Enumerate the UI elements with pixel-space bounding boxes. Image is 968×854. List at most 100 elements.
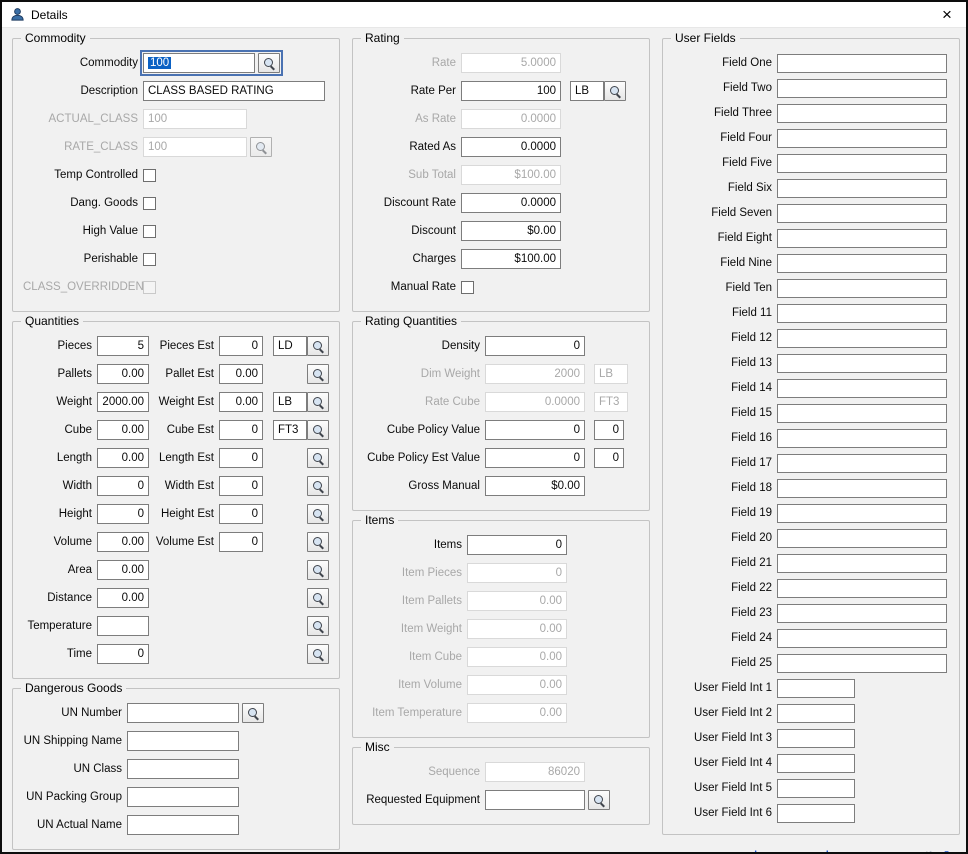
secondary-field[interactable]: 0 [594, 420, 624, 440]
field-eight-field[interactable] [777, 229, 947, 248]
charges-field[interactable]: $100.00 [461, 249, 561, 269]
un-number-lookup-button[interactable] [242, 703, 264, 723]
nav-delete-button[interactable]: − [855, 846, 874, 852]
width-field[interactable]: 0 [97, 476, 149, 496]
field-five-field[interactable] [777, 154, 947, 173]
pieces-est-field[interactable]: 0 [219, 336, 263, 356]
pallets-field[interactable]: 0.00 [97, 364, 149, 384]
field-20-field[interactable] [777, 529, 947, 548]
field-six-field[interactable] [777, 179, 947, 198]
close-button[interactable]: × [934, 4, 960, 26]
temperature-lookup-button[interactable] [307, 616, 329, 636]
width-lookup-button[interactable] [307, 476, 329, 496]
discount-field[interactable]: $0.00 [461, 221, 561, 241]
rated-as-field[interactable]: 0.0000 [461, 137, 561, 157]
field-22-field[interactable] [777, 579, 947, 598]
distance-field[interactable]: 0.00 [97, 588, 149, 608]
gross-manual-field[interactable]: $0.00 [485, 476, 585, 496]
nav-insert-button[interactable]: + [834, 846, 853, 852]
field-23-field[interactable] [777, 604, 947, 623]
nav-first-button[interactable]: |◀ [750, 846, 769, 852]
unit-field[interactable]: LD [273, 336, 307, 356]
rate-per-lookup-button[interactable] [604, 81, 626, 101]
rate-class-lookup-button[interactable] [250, 137, 272, 157]
cube-field[interactable]: 0.00 [97, 420, 149, 440]
field-14-field[interactable] [777, 379, 947, 398]
dang-goods-checkbox[interactable] [143, 197, 156, 210]
cube-policy-est-value-field[interactable]: 0 [485, 448, 585, 468]
field-24-field[interactable] [777, 629, 947, 648]
width-est-field[interactable]: 0 [219, 476, 263, 496]
field-nine-field[interactable] [777, 254, 947, 273]
user-field-int-6-field[interactable] [777, 804, 855, 823]
commodity-lookup-button[interactable] [258, 53, 280, 73]
field-21-field[interactable] [777, 554, 947, 573]
commodity-field[interactable]: 100 [143, 53, 255, 73]
high-value-checkbox[interactable] [143, 225, 156, 238]
user-field-int-5-field[interactable] [777, 779, 855, 798]
weight-est-field[interactable]: 0.00 [219, 392, 263, 412]
requested-equipment-lookup-button[interactable] [588, 790, 610, 810]
height-est-field[interactable]: 0 [219, 504, 263, 524]
weight-field[interactable]: 2000.00 [97, 392, 149, 412]
field-19-field[interactable] [777, 504, 947, 523]
density-field[interactable]: 0 [485, 336, 585, 356]
area-lookup-button[interactable] [307, 560, 329, 580]
user-field-int-1-field[interactable] [777, 679, 855, 698]
cube-lookup-button[interactable] [307, 420, 329, 440]
length-lookup-button[interactable] [307, 448, 329, 468]
length-est-field[interactable]: 0 [219, 448, 263, 468]
items-field[interactable]: 0 [467, 535, 567, 555]
pallets-lookup-button[interactable] [307, 364, 329, 384]
field-12-field[interactable] [777, 329, 947, 348]
unit-field[interactable]: LB [273, 392, 307, 412]
field-17-field[interactable] [777, 454, 947, 473]
cube-policy-value-field[interactable]: 0 [485, 420, 585, 440]
height-lookup-button[interactable] [307, 504, 329, 524]
secondary-field[interactable]: 0 [594, 448, 624, 468]
height-field[interactable]: 0 [97, 504, 149, 524]
pallet-est-field[interactable]: 0.00 [219, 364, 263, 384]
field-four-field[interactable] [777, 129, 947, 148]
field-13-field[interactable] [777, 354, 947, 373]
nav-next-button[interactable]: ▶ [792, 846, 811, 852]
un-actual-name-field[interactable] [127, 815, 239, 835]
user-field-int-4-field[interactable] [777, 754, 855, 773]
requested-equipment-field[interactable] [485, 790, 585, 810]
time-field[interactable]: 0 [97, 644, 149, 664]
manual-rate-checkbox[interactable] [461, 281, 474, 294]
temperature-field[interactable] [97, 616, 149, 636]
field-16-field[interactable] [777, 429, 947, 448]
user-field-int-2-field[interactable] [777, 704, 855, 723]
field-11-field[interactable] [777, 304, 947, 323]
field-15-field[interactable] [777, 404, 947, 423]
volume-field[interactable]: 0.00 [97, 532, 149, 552]
user-field-int-3-field[interactable] [777, 729, 855, 748]
pieces-field[interactable]: 5 [97, 336, 149, 356]
un-number-field[interactable] [127, 703, 239, 723]
un-shipping-name-field[interactable] [127, 731, 239, 751]
unit-field[interactable]: FT3 [273, 420, 307, 440]
cube-est-field[interactable]: 0 [219, 420, 263, 440]
un-packing-group-field[interactable] [127, 787, 239, 807]
rate-per-field[interactable]: 100 [461, 81, 561, 101]
time-lookup-button[interactable] [307, 644, 329, 664]
field-three-field[interactable] [777, 104, 947, 123]
field-seven-field[interactable] [777, 204, 947, 223]
description-field[interactable]: CLASS BASED RATING [143, 81, 325, 101]
nav-prior-button[interactable]: ◀ [771, 846, 790, 852]
nav-last-button[interactable]: ▶| [813, 846, 832, 852]
temp-controlled-checkbox[interactable] [143, 169, 156, 182]
discount-rate-field[interactable]: 0.0000 [461, 193, 561, 213]
field-18-field[interactable] [777, 479, 947, 498]
nav-edit-button[interactable]: ▲ [876, 846, 895, 852]
volume-lookup-button[interactable] [307, 532, 329, 552]
perishable-checkbox[interactable] [143, 253, 156, 266]
area-field[interactable]: 0.00 [97, 560, 149, 580]
volume-est-field[interactable]: 0 [219, 532, 263, 552]
field-ten-field[interactable] [777, 279, 947, 298]
un-class-field[interactable] [127, 759, 239, 779]
distance-lookup-button[interactable] [307, 588, 329, 608]
field-25-field[interactable] [777, 654, 947, 673]
unit-field[interactable]: LB [570, 81, 604, 101]
